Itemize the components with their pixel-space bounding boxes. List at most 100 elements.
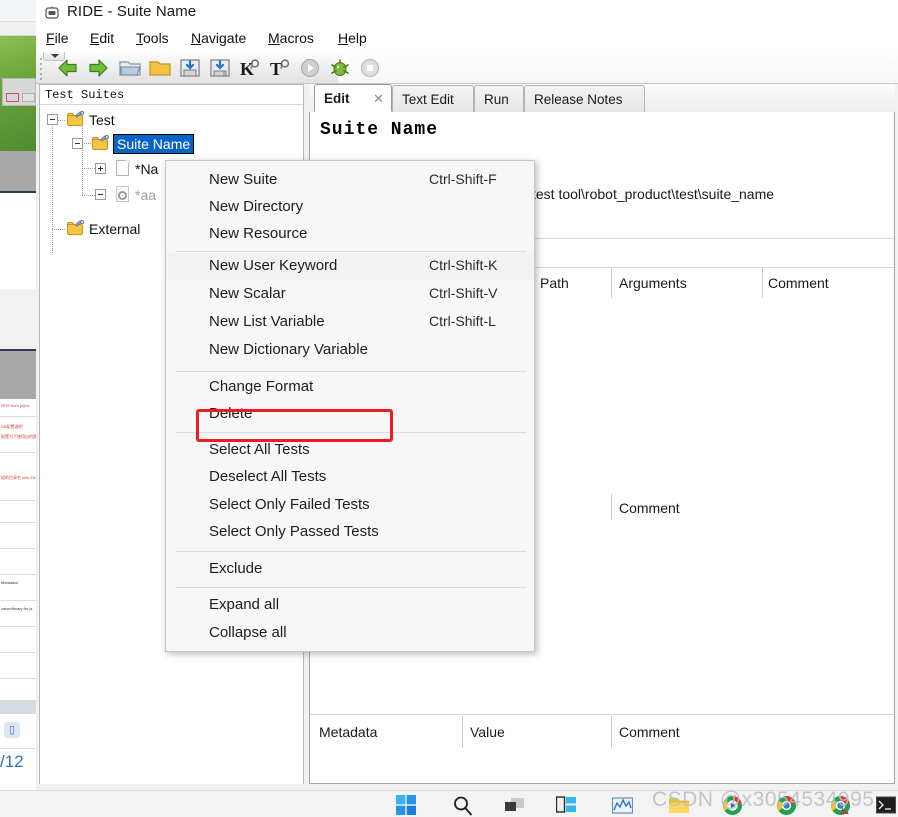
svg-text:T: T xyxy=(270,59,282,79)
menu-item-new-dictionary-variable[interactable]: New Dictionary Variable xyxy=(166,337,534,364)
search-tests-icon[interactable]: T xyxy=(268,56,292,80)
menu-item-select-all-tests[interactable]: Select All Tests xyxy=(166,437,534,464)
menu-item-expand-all[interactable]: Expand all xyxy=(166,592,534,619)
menu-item-collapse-all[interactable]: Collapse all xyxy=(166,620,534,647)
menu-item-new-directory-label: New Directory xyxy=(209,198,304,215)
source-path-value: test tool\robot_product\test\suite_name xyxy=(532,186,775,202)
tree-expander-test[interactable] xyxy=(47,114,58,125)
bg-rule-3 xyxy=(0,500,36,501)
tab-run-label: Run xyxy=(484,92,509,107)
bg-rule-9 xyxy=(0,652,36,653)
csdn-watermark: CSDN @x3054534995 xyxy=(652,788,875,811)
menu-item-new-resource[interactable]: New Resource xyxy=(166,221,534,248)
menu-item-select-only-passed-tests[interactable]: Select Only Passed Tests xyxy=(166,519,534,546)
menu-help[interactable]: Help xyxy=(338,30,367,46)
menu-item-new-user-keyword-shortcut: Ctrl-Shift-K xyxy=(429,257,498,273)
start-icon[interactable] xyxy=(396,795,417,816)
forward-arrow-icon[interactable] xyxy=(86,56,110,80)
save-icon[interactable] xyxy=(178,56,202,80)
run-icon[interactable] xyxy=(298,56,322,80)
menu-item-select-all-tests-label: Select All Tests xyxy=(209,441,310,458)
widgets-icon[interactable] xyxy=(556,795,577,816)
menu-item-exclude[interactable]: Exclude xyxy=(166,556,534,583)
tab-edit[interactable]: Edit ✕ xyxy=(314,84,392,112)
screen-root: RFM from prjmt. DB配置说明 配置为了使用出的路径 组的目录名 … xyxy=(0,0,898,817)
menu-item-new-user-keyword[interactable]: New User Keyword Ctrl-Shift-K xyxy=(166,253,534,280)
grid-col-sep-2 xyxy=(611,268,612,298)
menu-item-delete[interactable]: Delete xyxy=(166,401,534,428)
tree-line-h3 xyxy=(82,168,96,169)
toolbar-filler xyxy=(338,52,898,83)
search-keyword-icon[interactable]: K xyxy=(238,56,262,80)
chart-app-icon[interactable] xyxy=(612,795,633,816)
menu-item-new-list-variable[interactable]: New List Variable Ctrl-Shift-L xyxy=(166,309,534,336)
menu-separator-1 xyxy=(176,251,526,252)
bg-dialog xyxy=(2,78,36,106)
menu-item-select-only-passed-tests-label: Select Only Passed Tests xyxy=(209,523,379,540)
debug-icon[interactable] xyxy=(328,56,352,80)
tab-text-edit[interactable]: Text Edit xyxy=(392,85,474,112)
menu-item-new-scalar[interactable]: New Scalar Ctrl-Shift-V xyxy=(166,281,534,308)
robot-icon xyxy=(45,6,59,19)
menu-item-new-user-keyword-label: New User Keyword xyxy=(209,257,338,274)
back-arrow-icon[interactable] xyxy=(56,56,80,80)
open-directory-icon[interactable] xyxy=(118,56,142,80)
tab-edit-label: Edit xyxy=(324,91,350,106)
task-view-icon[interactable] xyxy=(504,795,525,816)
bg-rule-8 xyxy=(0,626,36,627)
grid-col-sep-4 xyxy=(611,494,612,520)
menu-item-new-suite-label: New Suite xyxy=(209,171,278,188)
menu-item-select-only-failed-tests[interactable]: Select Only Failed Tests xyxy=(166,492,534,519)
menu-item-new-directory[interactable]: New Directory xyxy=(166,194,534,221)
menu-tools[interactable]: Tools xyxy=(136,30,169,46)
tab-run[interactable]: Run xyxy=(474,85,524,112)
suite-folder-icon xyxy=(67,111,84,127)
grid-header-comment-middle[interactable]: Comment xyxy=(619,500,680,516)
bg-list-line-1: Metadata xyxy=(1,580,18,585)
menu-separator-2 xyxy=(176,371,526,372)
menu-item-new-suite[interactable]: New Suite Ctrl-Shift-F xyxy=(166,167,534,194)
tab-release-notes[interactable]: Release Notes xyxy=(524,85,645,112)
tab-text-edit-label: Text Edit xyxy=(402,92,454,107)
menu-macros[interactable]: Macros xyxy=(268,30,314,46)
suite-name-heading: Suite Name xyxy=(320,120,439,140)
menu-edit[interactable]: Edit xyxy=(90,30,114,46)
menu-item-deselect-all-tests[interactable]: Deselect All Tests xyxy=(166,464,534,491)
open-folder-icon[interactable] xyxy=(148,56,172,80)
menu-file[interactable]: File xyxy=(46,30,69,46)
search-icon[interactable] xyxy=(452,795,473,816)
bg-window-grey-band-1 xyxy=(0,151,36,191)
tree-expander-resource-file[interactable] xyxy=(95,189,106,200)
grid-header-arguments[interactable]: Arguments xyxy=(619,275,687,291)
terminal-icon[interactable] xyxy=(876,795,896,816)
bg-rule-2 xyxy=(0,452,36,453)
bg-window-photo xyxy=(0,36,36,151)
stop-icon[interactable] xyxy=(358,56,382,80)
tab-close-icon[interactable]: ✕ xyxy=(373,91,384,107)
grid-header-path[interactable]: Path xyxy=(540,275,569,291)
grid-header-value[interactable]: Value xyxy=(470,724,505,740)
grid-header-comment-metadata[interactable]: Comment xyxy=(619,724,680,740)
bg-rule-4 xyxy=(0,522,36,523)
menu-separator-5 xyxy=(176,587,526,588)
menu-item-change-format[interactable]: Change Format xyxy=(166,374,534,401)
grid-header-comment[interactable]: Comment xyxy=(768,275,829,291)
tree-expander-testcase-file[interactable] xyxy=(95,163,106,174)
tree-expander-suite-name[interactable] xyxy=(72,138,83,149)
toolbar-grip[interactable] xyxy=(39,58,44,80)
bg-window-grey-band-2 xyxy=(0,351,36,399)
menu-item-change-format-label: Change Format xyxy=(209,378,314,395)
save-all-icon[interactable] xyxy=(208,56,232,80)
menu-item-exclude-label: Exclude xyxy=(209,560,263,577)
tree-line-h4 xyxy=(82,195,96,196)
title-bar: RIDE - Suite Name xyxy=(36,0,898,27)
tree-line-lvl2 xyxy=(82,126,83,196)
bg-rule-5 xyxy=(0,548,36,549)
menu-navigate[interactable]: Navigate xyxy=(191,30,246,46)
menu-item-expand-all-label: Expand all xyxy=(209,596,280,613)
grid-header-metadata[interactable]: Metadata xyxy=(319,724,377,740)
menu-item-collapse-all-label: Collapse all xyxy=(209,624,287,641)
menu-bar: File Edit Tools Navigate Macros Help xyxy=(36,27,898,52)
menu-item-new-suite-shortcut: Ctrl-Shift-F xyxy=(429,171,497,187)
menu-item-new-resource-label: New Resource xyxy=(209,225,308,242)
